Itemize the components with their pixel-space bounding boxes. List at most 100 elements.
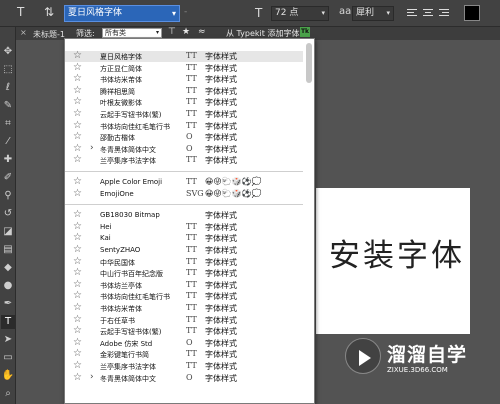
anti-alias-field[interactable]: 犀利 ▾	[352, 6, 394, 21]
font-list-item[interactable]: ☆ 书体坊兰亭体 TT 字体样式	[65, 279, 303, 291]
gradient-tool-icon[interactable]: ▤	[1, 243, 15, 257]
zoom-tool-icon[interactable]: ⌕	[1, 387, 15, 401]
font-list-item[interactable]: ☆ 叶根友微影体 TT 字体样式	[65, 96, 303, 108]
font-list-item[interactable]: ☆ 书体坊米芾体 TT 字体样式	[65, 302, 303, 314]
text-orientation-icon[interactable]: ⇅	[44, 5, 54, 19]
filter-icon[interactable]: ⊤	[168, 27, 176, 37]
favorite-star-icon[interactable]: ☆	[73, 244, 82, 255]
quick-select-tool-icon[interactable]: ✎	[1, 99, 15, 113]
font-list-item[interactable]: ☆ GB18030 Bitmap 字体样式	[65, 209, 303, 221]
favorite-star-icon[interactable]: ☆	[73, 131, 82, 142]
lasso-tool-icon[interactable]: ℓ	[1, 81, 15, 95]
font-list-item[interactable]: ☆ 兰亭集序书法字体 TT 字体样式	[65, 154, 303, 166]
path-selection-tool-icon[interactable]: ➤	[1, 333, 15, 347]
font-list-item[interactable]: ☆ 中山行书百年纪念版 TT 字体样式	[65, 267, 303, 279]
blur-tool-icon[interactable]: ◆	[1, 261, 15, 275]
font-list-item[interactable]: ☆ 邵勤古楷体 O 字体样式	[65, 131, 303, 143]
document-canvas[interactable]: 安装字体	[316, 188, 470, 334]
favorite-star-icon[interactable]: ☆	[73, 62, 82, 73]
favorite-star-icon[interactable]: ☆	[73, 290, 82, 301]
eraser-tool-icon[interactable]: ◪	[1, 225, 15, 239]
font-list-item[interactable]: ☆ Hei TT 字体样式	[65, 221, 303, 233]
font-list-item[interactable]: ☆ 书体坊向佳红毛笔行书 TT 字体样式	[65, 290, 303, 302]
healing-brush-tool-icon[interactable]: ✚	[1, 153, 15, 167]
align-left-button[interactable]	[405, 6, 419, 20]
favorite-star-icon[interactable]: ☆	[73, 188, 82, 199]
font-list-item[interactable]: ☆ EmojiOne SVG 😀😜🐑🎲⚽💭	[65, 188, 303, 200]
font-list-item[interactable]: ☆ Apple Color Emoji TT 😀😜🐑🎲⚽💭	[65, 176, 303, 188]
favorite-star-icon[interactable]: ☆	[73, 85, 82, 96]
marquee-tool-icon[interactable]: ⬚	[1, 63, 15, 77]
favorite-star-icon[interactable]: ☆	[73, 154, 82, 165]
font-list-item[interactable]: ☆ 书体坊向佳红毛笔行书 TT 字体样式	[65, 120, 303, 132]
font-list-item[interactable]: ☆ 兰亭集序书法字体 TT 字体样式	[65, 360, 303, 372]
favorite-star-icon[interactable]: ☆	[73, 221, 82, 232]
favorite-star-icon[interactable]: ☆	[73, 337, 82, 348]
hand-tool-icon[interactable]: ✋	[1, 369, 15, 383]
chevron-right-icon[interactable]: ›	[90, 143, 94, 153]
shape-tool-icon[interactable]: ▭	[1, 351, 15, 365]
document-tab[interactable]: 未标题-1	[33, 29, 65, 40]
font-list-item[interactable]: ☆ 云起手写钮书体(繁) TT 字体样式	[65, 108, 303, 120]
brush-tool-icon[interactable]: ✐	[1, 171, 15, 185]
favorite-star-icon[interactable]: ☆	[73, 279, 82, 290]
star-icon[interactable]: ★	[182, 27, 190, 37]
font-list-item[interactable]: ☆ 金彩键笔行书简 TT 字体样式	[65, 348, 303, 360]
favorite-star-icon[interactable]: ☆	[73, 267, 82, 278]
typekit-icon[interactable]: Tk	[300, 27, 310, 37]
font-list-item[interactable]: ☆ 腾祥相思简 TT 字体样式	[65, 85, 303, 97]
favorite-star-icon[interactable]: ☆	[73, 73, 82, 84]
chevron-down-icon[interactable]: ▾	[321, 7, 325, 20]
pen-tool-icon[interactable]: ✒	[1, 297, 15, 311]
favorite-star-icon[interactable]: ☆	[73, 348, 82, 359]
favorite-star-icon[interactable]: ☆	[73, 209, 82, 220]
canvas-text-layer[interactable]: 安装字体	[329, 230, 465, 275]
favorite-star-icon[interactable]: ☆	[73, 360, 82, 371]
favorite-star-icon[interactable]: ☆	[73, 256, 82, 267]
favorite-star-icon[interactable]: ☆	[73, 96, 82, 107]
font-list-item[interactable]: ☆ 夏日风格字体 TT 字体样式	[65, 50, 303, 62]
font-list-item[interactable]: ☆ 于右任草书 TT 字体样式	[65, 314, 303, 326]
filter-select[interactable]: 所有类 ▾	[102, 28, 162, 38]
favorite-star-icon[interactable]: ☆	[73, 314, 82, 325]
move-tool-icon[interactable]: ✥	[1, 45, 15, 59]
history-brush-tool-icon[interactable]: ↺	[1, 207, 15, 221]
font-list-item[interactable]: ☆ Kai TT 字体样式	[65, 232, 303, 244]
type-tool-icon[interactable]: T	[1, 315, 15, 329]
favorite-star-icon[interactable]: ☆	[73, 372, 82, 383]
clone-stamp-tool-icon[interactable]: ⚲	[1, 189, 15, 203]
font-list-item[interactable]: ☆ 书体坊米芾体 TT 字体样式	[65, 73, 303, 85]
font-style-field[interactable]: -	[184, 7, 244, 20]
similar-icon[interactable]: ≈	[198, 27, 206, 37]
text-color-swatch[interactable]	[464, 5, 480, 21]
chevron-down-icon[interactable]: ▾	[172, 6, 176, 21]
font-list-item[interactable]: ☆ 中华民国体 TT 字体样式	[65, 256, 303, 268]
dodge-tool-icon[interactable]: ●	[1, 279, 15, 293]
font-size-field[interactable]: 72 点 ▾	[271, 6, 329, 21]
font-list-item[interactable]: ☆ SentyZHAO TT 字体样式	[65, 244, 303, 256]
favorite-star-icon[interactable]: ☆	[73, 108, 82, 119]
favorite-star-icon[interactable]: ☆	[73, 232, 82, 243]
favorite-star-icon[interactable]: ☆	[73, 176, 82, 187]
font-list-item[interactable]: ☆ › 冬青黑体简体中文 O 字体样式	[65, 143, 303, 155]
dropdown-scrollbar[interactable]	[306, 43, 312, 83]
font-list-item[interactable]: ☆ 方正显仁简体 TT 字体样式	[65, 62, 303, 74]
favorite-star-icon[interactable]: ☆	[73, 143, 82, 154]
font-list-item[interactable]: ☆ › 冬青黑体简体中文 O 字体样式	[65, 372, 303, 384]
font-list-item[interactable]: ☆ 云起手写钮书体(繁) TT 字体样式	[65, 325, 303, 337]
font-family-dropdown: ☆ 夏日风格字体 TT 字体样式 ☆ 方正显仁简体 TT 字体样式 ☆ 书体坊米芾体 TT 字体样式 ☆…	[64, 38, 315, 404]
eyedropper-tool-icon[interactable]: ⁄	[1, 135, 15, 149]
chevron-down-icon[interactable]: ▾	[386, 7, 390, 20]
favorite-star-icon[interactable]: ☆	[73, 302, 82, 313]
close-icon[interactable]: ×	[20, 28, 27, 37]
favorite-star-icon[interactable]: ☆	[73, 50, 82, 61]
text-tool-preset-icon[interactable]: T	[17, 5, 24, 19]
crop-tool-icon[interactable]: ⌗	[1, 117, 15, 131]
favorite-star-icon[interactable]: ☆	[73, 325, 82, 336]
chevron-right-icon[interactable]: ›	[90, 372, 94, 382]
favorite-star-icon[interactable]: ☆	[73, 120, 82, 131]
font-family-field[interactable]: 夏日风格字体 ▾	[64, 5, 180, 22]
align-center-button[interactable]	[421, 6, 435, 20]
align-right-button[interactable]	[437, 6, 451, 20]
font-list-item[interactable]: ☆ Adobe 仿宋 Std O 字体样式	[65, 337, 303, 349]
